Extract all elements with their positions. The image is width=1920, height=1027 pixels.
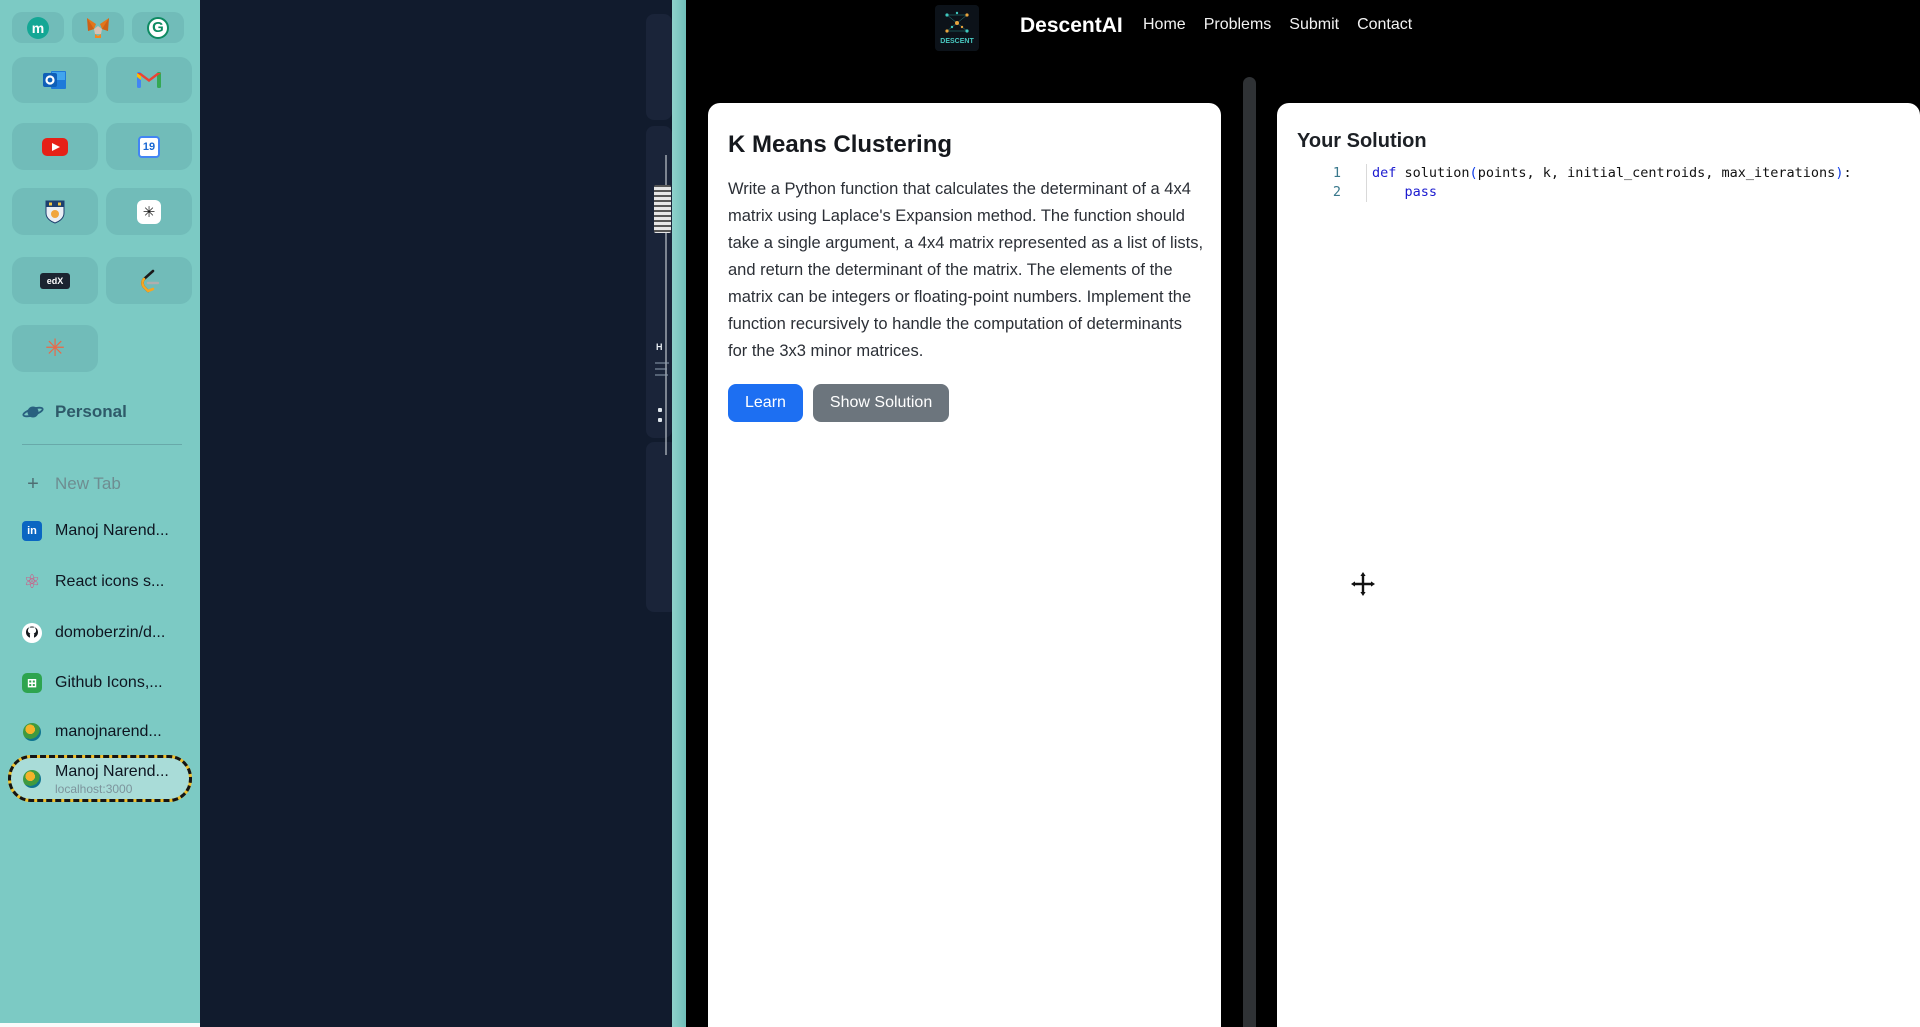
chatgpt-icon: ✳ bbox=[137, 199, 161, 224]
mini-text-line bbox=[655, 374, 668, 376]
app-tile-leetcode[interactable] bbox=[106, 257, 192, 304]
site-navbar: DESCENT DescentAI Home Problems Submit C… bbox=[686, 0, 1920, 56]
problem-card: K Means Clustering Write a Python functi… bbox=[708, 103, 1221, 1027]
app-tile-metamask[interactable] bbox=[72, 12, 124, 43]
tab-title: Manoj Narend... bbox=[55, 763, 169, 780]
plus-icon: + bbox=[27, 472, 39, 495]
sidebar-divider bbox=[22, 444, 182, 445]
app-tile-monkeytype[interactable]: m bbox=[12, 12, 64, 43]
space-label: Personal bbox=[55, 402, 127, 421]
problem-description: Write a Python function that calculates … bbox=[728, 180, 1204, 360]
app-tile-edx[interactable]: edX bbox=[12, 257, 98, 304]
tab-url: localhost:3000 bbox=[55, 782, 133, 796]
site-favicon bbox=[23, 770, 41, 788]
university-shield-icon bbox=[45, 200, 65, 224]
mini-text-line bbox=[655, 362, 669, 364]
sidebar-tab-localhost-active[interactable]: Manoj Narend... localhost:3000 bbox=[8, 755, 192, 802]
tab-title: domoberzin/d... bbox=[55, 624, 166, 641]
nav-links: Home Problems Submit Contact bbox=[1143, 16, 1412, 34]
site-favicon bbox=[23, 723, 41, 741]
gmail-icon bbox=[137, 72, 161, 88]
solution-panel: Your Solution 1 2 def solution(points, k… bbox=[1277, 103, 1920, 1027]
tab-title: manojnarend... bbox=[55, 723, 162, 740]
code-line: def solution(points, k, initial_centroid… bbox=[1372, 165, 1852, 181]
monkeytype-icon: m bbox=[27, 16, 49, 39]
mini-button-dot bbox=[658, 408, 662, 412]
new-tab-label: New Tab bbox=[55, 474, 121, 493]
learn-button[interactable]: Learn bbox=[728, 384, 803, 422]
window-preview-fragment bbox=[646, 14, 672, 120]
react-icon: ⚛ bbox=[23, 571, 41, 593]
tab-title: Github Icons,... bbox=[55, 674, 163, 691]
nav-link-submit[interactable]: Submit bbox=[1289, 16, 1339, 34]
mini-page-thumbnail bbox=[654, 185, 671, 233]
outlook-icon bbox=[43, 71, 66, 89]
mini-button-dot bbox=[658, 418, 662, 422]
sidebar-tab-manojnarend[interactable]: manojnarend... bbox=[0, 712, 200, 752]
app-tile-gmail[interactable] bbox=[106, 57, 192, 103]
app-tile-university[interactable] bbox=[12, 188, 98, 235]
nav-link-contact[interactable]: Contact bbox=[1357, 16, 1412, 34]
sidebar-tab-github-icons[interactable]: ⊞ Github Icons,... bbox=[0, 663, 200, 703]
space-header-personal[interactable]: Personal bbox=[0, 398, 200, 426]
app-tile-claude[interactable]: ✳ bbox=[12, 325, 98, 372]
app-tile-outlook[interactable] bbox=[12, 57, 98, 103]
edx-icon: edX bbox=[40, 272, 70, 289]
mini-heading-text: H bbox=[656, 342, 663, 352]
window-preview-fragment bbox=[646, 126, 672, 438]
problem-title: K Means Clustering bbox=[728, 131, 953, 158]
problem-actions: Learn Show Solution bbox=[728, 384, 1201, 422]
browser-sidebar: m G 19 ✳ edX ✳ Personal + New Tab in Man… bbox=[0, 0, 200, 1027]
window-edge-strip bbox=[672, 0, 686, 1027]
sidebar-tab-react-icons[interactable]: ⚛ React icons s... bbox=[0, 562, 200, 602]
code-content: def solution(points, k, initial_centroid… bbox=[1367, 164, 1852, 202]
solution-title: Your Solution bbox=[1297, 130, 1427, 152]
tab-title: React icons s... bbox=[55, 573, 165, 590]
code-editor[interactable]: 1 2 def solution(points, k, initial_cent… bbox=[1297, 164, 1920, 202]
nav-link-home[interactable]: Home bbox=[1143, 16, 1186, 34]
svg-text:DESCENT: DESCENT bbox=[940, 38, 974, 45]
youtube-icon bbox=[42, 137, 68, 156]
code-line: pass bbox=[1404, 184, 1438, 200]
app-tile-google-calendar[interactable]: 19 bbox=[106, 123, 192, 170]
metamask-icon bbox=[87, 17, 109, 38]
nav-link-problems[interactable]: Problems bbox=[1204, 16, 1272, 34]
leetcode-icon bbox=[141, 269, 160, 293]
brand-name[interactable]: DescentAI bbox=[1020, 14, 1123, 38]
sidebar-tab-linkedin[interactable]: in Manoj Narend... bbox=[0, 511, 200, 551]
line-number-gutter: 1 2 bbox=[1332, 165, 1341, 200]
grammarly-icon: G bbox=[147, 16, 169, 39]
show-solution-button[interactable]: Show Solution bbox=[812, 384, 950, 422]
github-icon bbox=[20, 623, 44, 643]
tab-title: Manoj Narend... bbox=[55, 522, 169, 539]
panel-resizer[interactable] bbox=[1243, 77, 1256, 1027]
descentai-logo[interactable]: DESCENT bbox=[935, 5, 979, 51]
screen: m G 19 ✳ edX ✳ Personal + New Tab in Man… bbox=[0, 0, 1920, 1027]
new-tab-button[interactable]: + New Tab bbox=[0, 470, 200, 498]
page-localhost-descentai: DESCENT DescentAI Home Problems Submit C… bbox=[686, 0, 1920, 1027]
sidebar-tab-github-repo[interactable]: domoberzin/d... bbox=[0, 613, 200, 653]
desk-background: H bbox=[200, 0, 686, 1027]
mini-text-line bbox=[655, 368, 667, 370]
google-calendar-icon: 19 bbox=[138, 135, 160, 158]
saturn-icon bbox=[22, 402, 44, 422]
linkedin-icon: in bbox=[22, 521, 42, 541]
app-tile-youtube[interactable] bbox=[12, 123, 98, 170]
claude-icon: ✳ bbox=[44, 334, 66, 362]
sidebar-bottom-strip bbox=[0, 1023, 200, 1027]
github-icons-icon: ⊞ bbox=[22, 673, 42, 693]
app-tile-chatgpt[interactable]: ✳ bbox=[106, 188, 192, 235]
app-tile-grammarly[interactable]: G bbox=[132, 12, 184, 43]
